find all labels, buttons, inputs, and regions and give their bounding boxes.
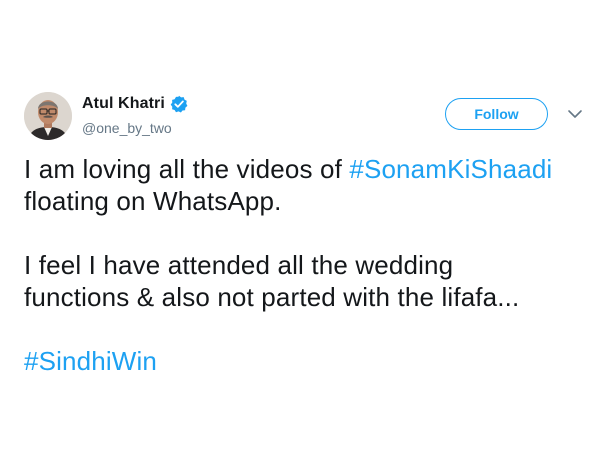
tweet-spacer	[24, 313, 594, 345]
follow-button[interactable]: Follow	[445, 98, 548, 130]
tweet-line-2: floating on WhatsApp.	[24, 186, 282, 216]
verified-badge-icon	[170, 95, 188, 113]
chevron-down-icon[interactable]	[567, 108, 583, 120]
tweet-line-1-text: I am loving all the videos of	[24, 154, 350, 184]
hashtag-link[interactable]: #SonamKiShaadi	[349, 154, 552, 184]
tweet-line-1: I am loving all the videos of #SonamKiSh…	[24, 153, 594, 185]
author-name-row: Atul Khatri	[82, 93, 188, 115]
tweet-line-4: functions & also not parted with the lif…	[24, 282, 520, 312]
avatar[interactable]	[24, 92, 72, 140]
tweet-line-5: #SindhiWin	[24, 345, 594, 377]
tweet-text: I am loving all the videos of #SonamKiSh…	[24, 153, 594, 377]
author-display-name[interactable]: Atul Khatri	[82, 95, 165, 113]
profile-photo-icon	[24, 92, 72, 140]
author-handle[interactable]: @one_by_two	[82, 120, 172, 136]
tweet-card: Atul Khatri @one_by_two Follow I am lovi…	[0, 0, 600, 450]
tweet-line-3: I feel I have attended all the wedding	[24, 250, 454, 280]
tweet-spacer	[24, 217, 594, 249]
hashtag-link[interactable]: #SindhiWin	[24, 346, 157, 376]
